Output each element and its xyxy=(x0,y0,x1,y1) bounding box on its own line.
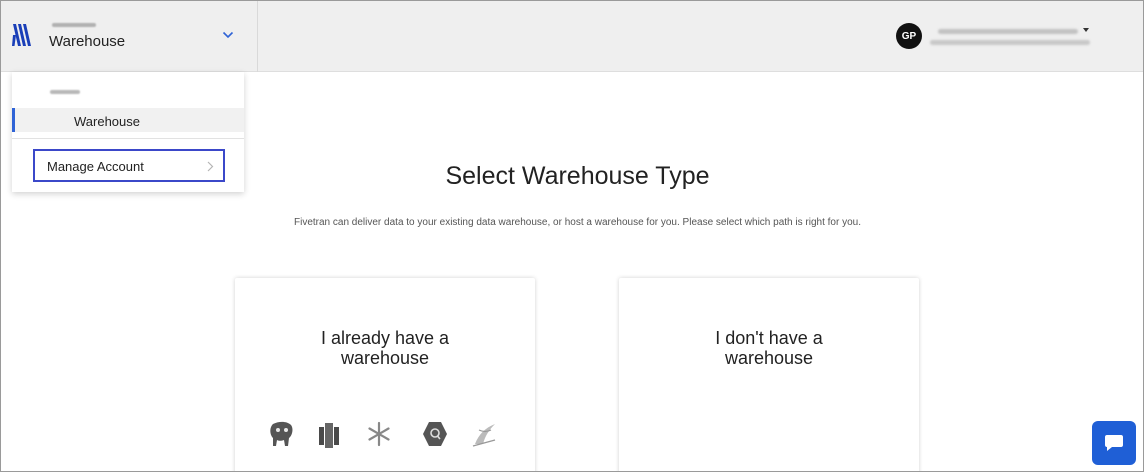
chevron-down-icon[interactable] xyxy=(222,31,234,39)
dropdown-item-warehouse[interactable]: Warehouse xyxy=(12,108,244,132)
manage-account-button[interactable]: Manage Account xyxy=(33,149,225,182)
dropdown-item-label: Warehouse xyxy=(74,114,140,129)
chat-bubble-icon xyxy=(1105,435,1123,451)
card-label: I already have a warehouse xyxy=(235,328,535,368)
chevron-right-icon xyxy=(207,161,214,172)
top-header: Warehouse GP xyxy=(0,0,1144,72)
account-dropdown: Warehouse Manage Account xyxy=(12,72,244,192)
account-switcher[interactable]: Warehouse xyxy=(0,0,258,72)
fivetran-logo-icon xyxy=(12,24,31,46)
user-avatar[interactable]: GP xyxy=(896,23,922,49)
bigquery-icon xyxy=(423,422,447,446)
user-name-redacted[interactable] xyxy=(938,29,1078,34)
card-label-line1: I don't have a xyxy=(715,328,823,348)
page-subtitle: Fivetran can deliver data to your existi… xyxy=(294,217,861,228)
chat-button[interactable] xyxy=(1092,421,1136,465)
manage-account-label: Manage Account xyxy=(47,159,144,174)
no-warehouse-card[interactable]: I don't have a warehouse xyxy=(619,278,919,472)
active-indicator xyxy=(12,108,15,132)
account-name: Warehouse xyxy=(49,33,126,50)
account-org-redacted xyxy=(52,23,96,27)
have-warehouse-card[interactable]: I already have a warehouse xyxy=(235,278,535,472)
caret-down-icon[interactable] xyxy=(1083,28,1089,32)
sql-server-icon xyxy=(472,424,496,447)
divider xyxy=(12,138,244,139)
dropdown-org-redacted xyxy=(50,90,80,94)
snowflake-icon xyxy=(368,421,390,447)
redshift-icon xyxy=(319,423,339,448)
user-email-redacted[interactable] xyxy=(930,40,1090,45)
card-label-line2: warehouse xyxy=(724,348,814,368)
postgres-icon xyxy=(270,421,293,446)
card-label-line2: warehouse xyxy=(340,348,430,368)
card-label: I don't have a warehouse xyxy=(619,328,919,368)
warehouse-logos xyxy=(270,421,496,448)
card-label-line1: I already have a xyxy=(320,328,450,348)
